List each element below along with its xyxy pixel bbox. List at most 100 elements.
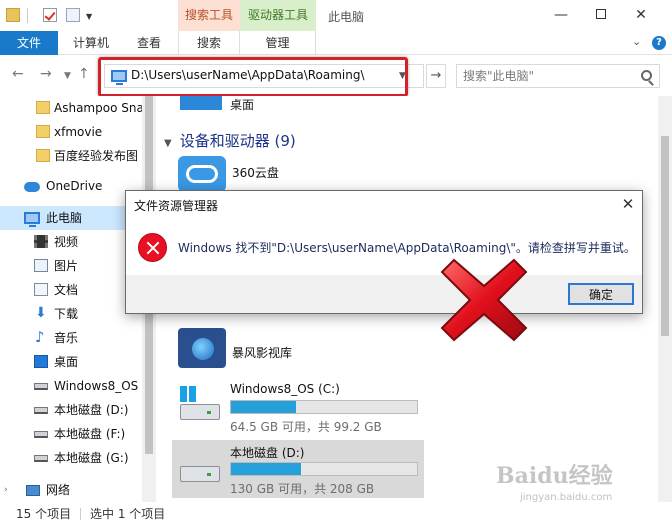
ribbon-expand-icon[interactable]: ⌄ [632, 35, 641, 48]
ok-button[interactable]: 确定 [568, 283, 634, 305]
tab-view[interactable]: 查看 [126, 31, 172, 55]
watermark-subtext: jingyan.baidu.com [520, 492, 613, 503]
forward-arrow-icon[interactable]: → [40, 66, 52, 82]
dialog-message: Windows 找不到"D:\Users\userName\AppData\Ro… [178, 241, 636, 255]
drive-space-info: 130 GB 可用，共 208 GB [230, 482, 375, 496]
big-red-x-icon [440, 258, 528, 342]
dialog-close-button[interactable]: ✕ [616, 193, 640, 215]
sidebar-item-ashampoo[interactable]: Ashampoo Sna [0, 96, 142, 120]
search-input[interactable] [463, 69, 633, 83]
folder-icon [36, 101, 50, 114]
tab-file[interactable]: 文件 [0, 31, 58, 55]
folder-icon [36, 125, 50, 138]
sidebar-item-downloads[interactable]: ⬇ 下载 [0, 302, 142, 326]
properties-icon[interactable] [43, 8, 57, 22]
content-scrollbar[interactable] [658, 96, 672, 502]
sidebar-item-videos[interactable]: 视频 [0, 230, 142, 254]
sidebar-item-desktop[interactable]: 桌面 [0, 350, 142, 374]
drive-icon [34, 383, 48, 390]
drive-usage-fill [231, 401, 297, 413]
dialog-body: Windows 找不到"D:\Users\userName\AppData\Ro… [126, 221, 642, 275]
drive-usage-bar [230, 462, 418, 476]
sidebar-item-this-pc[interactable]: 此电脑 [0, 206, 142, 230]
document-icon [34, 283, 48, 296]
ribbon-tabs: 文件 计算机 查看 搜索 管理 ⌄ ? [0, 31, 672, 55]
watermark-text: Baidu经验 [496, 463, 613, 489]
dialog-footer: 确定 [126, 275, 642, 313]
picture-icon [34, 259, 48, 272]
error-icon [138, 233, 167, 262]
tab-manage[interactable]: 管理 [240, 31, 316, 55]
devices-group-header[interactable]: ▼ 设备和驱动器 (9) [164, 130, 296, 151]
computer-icon [111, 70, 127, 85]
sidebar-item-onedrive[interactable]: OneDrive [0, 174, 142, 198]
go-arrow-icon[interactable]: → [426, 64, 446, 88]
address-dropdown-icon[interactable]: ▼ [399, 71, 406, 81]
address-bar[interactable]: ▼ [104, 64, 424, 88]
new-folder-icon[interactable] [66, 8, 80, 22]
desktop-icon [34, 355, 48, 368]
back-arrow-icon[interactable]: ← [12, 66, 24, 82]
cloud-drive-label[interactable]: 360云盘 [232, 164, 279, 181]
cloud-drive-icon[interactable] [178, 156, 226, 192]
chevron-down-icon: ▼ [164, 138, 172, 149]
up-arrow-icon[interactable]: ↑ [78, 66, 90, 82]
toolbar-separator [27, 8, 28, 23]
network-icon [26, 485, 40, 496]
folder-icon[interactable] [6, 8, 20, 22]
desktop-folder-label[interactable]: 桌面 [230, 96, 254, 113]
minimize-button[interactable]: — [546, 4, 576, 26]
folder-icon [36, 149, 50, 162]
sidebar-item-drive-c[interactable]: Windows8_OS [0, 374, 142, 398]
sidebar-item-drive-g[interactable]: 本地磁盘 (G:) [0, 446, 142, 470]
sidebar-item-drive-d[interactable]: 本地磁盘 (D:) [0, 398, 142, 422]
drive-icon [34, 455, 48, 462]
tab-search[interactable]: 搜索 [178, 31, 240, 55]
address-input[interactable] [131, 68, 391, 82]
drive-icon [34, 407, 48, 414]
search-box[interactable] [456, 64, 660, 88]
context-tab-search-tools: 搜索工具 [178, 0, 240, 31]
download-icon: ⬇ [35, 305, 47, 321]
close-button[interactable]: ✕ [626, 4, 656, 26]
music-icon: ♪ [35, 328, 45, 346]
window-title: 此电脑 [328, 10, 365, 24]
dialog-title: 文件资源管理器 [134, 199, 219, 213]
video-library-icon[interactable] [178, 328, 226, 368]
recent-locations-icon[interactable]: ▼ [64, 71, 71, 81]
sidebar-item-xfmovie[interactable]: xfmovie [0, 120, 142, 144]
selection-count: 选中 1 个项目 [90, 507, 166, 521]
sidebar-item-baidu-folder[interactable]: 百度经验发布图 [0, 144, 142, 168]
content-scroll-thumb[interactable] [661, 136, 669, 336]
sidebar-item-pictures[interactable]: 图片 [0, 254, 142, 278]
drive-icon [180, 466, 220, 482]
drive-icon [180, 404, 220, 420]
error-dialog: 文件资源管理器 ✕ Windows 找不到"D:\Users\userName\… [125, 190, 643, 314]
maximize-button[interactable] [586, 4, 616, 26]
video-icon [34, 235, 48, 248]
computer-icon [24, 212, 40, 227]
sidebar-item-documents[interactable]: 文档 [0, 278, 142, 302]
video-library-label[interactable]: 暴风影视库 [232, 344, 292, 361]
drive-item-c[interactable]: Windows8_OS (C:) 64.5 GB 可用，共 99.2 GB [172, 378, 424, 436]
sidebar-item-drive-f[interactable]: 本地磁盘 (F:) [0, 422, 142, 446]
context-tab-drive-tools: 驱动器工具 [240, 0, 316, 31]
sidebar-item-network[interactable]: › 网络 [0, 478, 142, 502]
chevron-right-icon[interactable]: › [4, 478, 8, 502]
sidebar-item-music[interactable]: ♪ 音乐 [0, 326, 142, 350]
maximize-icon [596, 9, 606, 19]
navigation-bar: ← → ▼ ↑ ▼ → [0, 56, 672, 97]
search-icon[interactable] [641, 70, 652, 81]
item-count: 15 个项目 [16, 507, 72, 521]
help-icon[interactable]: ? [652, 36, 666, 50]
baidu-watermark: Baidu经验 jingyan.baidu.com [496, 452, 656, 508]
drive-name: 本地磁盘 (D:) [230, 446, 305, 460]
drive-name: Windows8_OS (C:) [230, 382, 340, 396]
status-separator [80, 508, 81, 520]
chevron-down-icon[interactable]: ▼ [86, 12, 100, 26]
drive-usage-fill [231, 463, 301, 475]
windows-logo-icon [180, 386, 196, 402]
drive-usage-bar [230, 400, 418, 414]
drive-item-d[interactable]: 本地磁盘 (D:) 130 GB 可用，共 208 GB [172, 440, 424, 498]
tab-computer[interactable]: 计算机 [62, 31, 120, 55]
